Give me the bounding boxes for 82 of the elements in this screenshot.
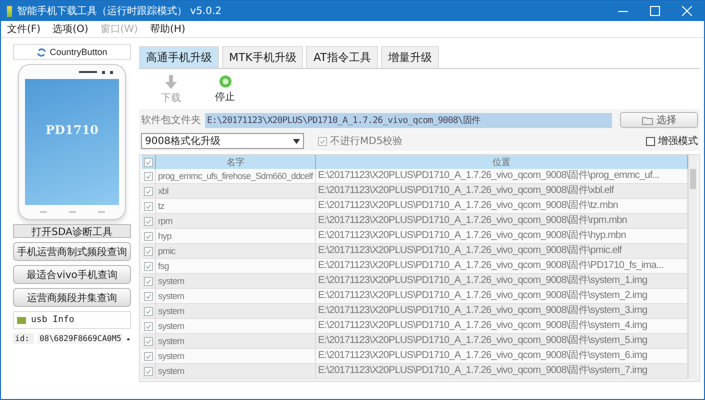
mode-dropdown[interactable]: 9008格式化升级	[141, 133, 304, 149]
table-cell: E:\20171123\X20PLUS\PD1710_A_1.7.26_vivo_qcom_9008\固件\xbl.elf	[316, 184, 688, 199]
tool-button[interactable]: 运营商频段并集查询	[13, 288, 131, 307]
table-cell: system	[156, 364, 316, 379]
table-cell: system	[156, 274, 316, 289]
field-label: id:	[13, 333, 34, 344]
checkbox[interactable]	[144, 246, 153, 256]
checkbox[interactable]	[144, 306, 153, 316]
checkbox[interactable]	[144, 336, 153, 346]
checkbox[interactable]	[144, 352, 153, 360]
table-cell: E:\20171123\X20PLUS\PD1710_A_1.7.26_vivo_qcom_9008\固件\system_7.img	[316, 364, 688, 379]
tool-button[interactable]: 手机运营商制式频段查询	[13, 242, 131, 261]
tab[interactable]: 高通手机升级	[139, 46, 219, 68]
checkbox[interactable]	[144, 366, 153, 376]
close-icon[interactable]	[682, 6, 692, 16]
tool-button[interactable]: 最适合vivo手机查询	[13, 265, 131, 284]
table-cell: tz	[156, 199, 316, 214]
tab[interactable]: MTK手机升级	[222, 46, 304, 68]
checkbox[interactable]	[144, 186, 153, 196]
menu-item[interactable]: 文件(F)	[7, 22, 41, 36]
field-label: 软件包文件夹	[141, 114, 201, 127]
table-cell: rpm	[156, 214, 316, 229]
table-cell: xbl	[156, 184, 316, 199]
checkbox[interactable]	[144, 158, 153, 166]
usb-icon	[17, 316, 26, 324]
tab[interactable]: AT指令工具	[306, 46, 378, 68]
table-cell: E:\20171123\X20PLUS\PD1710_A_1.7.26_vivo_qcom_9008\固件\tz.mbn	[316, 199, 688, 214]
table-cell: prog_emmc_ufs_firehose_Sdm660_ddcelf	[156, 169, 316, 184]
tab[interactable]: 增量升级	[380, 46, 439, 68]
table-cell: E:\20171123\X20PLUS\PD1710_A_1.7.26_vivo_qcom_9008\固件\rpm.mbn	[316, 214, 688, 229]
checkbox-label: 增强模式	[658, 134, 698, 148]
table-cell: E:\20171123\X20PLUS\PD1710_A_1.7.26_vivo_qcom_9008\固件\system_2.img	[316, 289, 688, 304]
checkbox[interactable]	[144, 172, 153, 180]
field-value: 08\6829F8669CA0M5	[37, 333, 124, 344]
checkbox[interactable]	[144, 276, 153, 286]
checkbox[interactable]	[144, 202, 153, 210]
table-cell: E:\20171123\X20PLUS\PD1710_A_1.7.26_vivo_qcom_9008\固件\PD1710_fs_ima...	[316, 259, 688, 274]
table-cell: E:\20171123\X20PLUS\PD1710_A_1.7.26_vivo_qcom_9008\固件\system_5.img	[316, 334, 688, 349]
table-cell: E:\20171123\X20PLUS\PD1710_A_1.7.26_vivo_qcom_9008\固件\system_3.img	[316, 304, 688, 319]
package-path-field[interactable]: E:\20171123\X20PLUS\PD1710_A_1.7.26_vivo_qcom_9008\固件	[205, 112, 612, 128]
table-cell: system	[156, 319, 316, 334]
menu-item[interactable]: 帮助(H)	[150, 22, 186, 36]
app-icon	[7, 6, 12, 16]
tool-button[interactable]: 打开SDA诊断工具	[13, 224, 131, 238]
checkbox[interactable]	[144, 232, 153, 240]
table-cell: E:\20171123\X20PLUS\PD1710_A_1.7.26_vivo_qcom_9008\固件\hyp.mbn	[316, 229, 688, 244]
window-title: 智能手机下载工具（运行时跟踪模式） v5.0.2	[17, 4, 223, 18]
checkbox[interactable]	[144, 262, 153, 270]
checkbox[interactable]	[144, 322, 153, 330]
toolbar-button[interactable]: 停止	[215, 75, 235, 105]
table-cell: E:\20171123\X20PLUS\PD1710_A_1.7.26_vivo_qcom_9008\固件\system_4.img	[316, 319, 688, 334]
table-cell: E:\20171123\X20PLUS\PD1710_A_1.7.26_vivo_qcom_9008\固件\system_1.img	[316, 274, 688, 289]
table-cell: system	[156, 334, 316, 349]
column-header[interactable]: 位置	[316, 155, 688, 169]
stop-icon	[218, 75, 232, 88]
table-cell: E:\20171123\X20PLUS\PD1710_A_1.7.26_vivo_qcom_9008\固件\system_6.img	[316, 349, 688, 364]
table-cell: system	[156, 349, 316, 364]
column-header[interactable]: 名字	[156, 155, 316, 169]
country-button[interactable]: CountryButton	[13, 44, 131, 60]
country-button-label: CountryButton	[50, 47, 108, 57]
refresh-icon	[36, 48, 46, 56]
checkbox[interactable]	[646, 136, 655, 146]
checkbox[interactable]	[144, 216, 153, 226]
maximize-icon[interactable]	[650, 6, 660, 16]
checkbox[interactable]	[144, 292, 153, 300]
table-cell: hyp	[156, 229, 316, 244]
table-cell: system	[156, 289, 316, 304]
table-cell: E:\20171123\X20PLUS\PD1710_A_1.7.26_vivo_qcom_9008\固件\pmic.elf	[316, 244, 688, 259]
table-cell: fsg	[156, 259, 316, 274]
table-cell: system	[156, 304, 316, 319]
select-button[interactable]: 选择	[620, 112, 698, 128]
speaker-drawing	[79, 70, 113, 74]
model-label: PD1710	[46, 123, 98, 137]
table-cell: pmic	[156, 244, 316, 259]
folder-icon	[642, 116, 652, 124]
checkbox-label: 不进行MD5校验	[330, 134, 403, 148]
table-cell: E:\20171123\X20PLUS\PD1710_A_1.7.26_vivo_qcom_9008\固件\prog_emmc_uf...	[316, 169, 688, 184]
scrollbar[interactable]	[688, 155, 697, 379]
usb-info-title: usb Info	[31, 315, 74, 325]
menu-item[interactable]: 选项(O)	[52, 22, 88, 36]
down-arrow-icon	[165, 75, 177, 89]
dropdown-arrow-icon	[293, 138, 300, 144]
